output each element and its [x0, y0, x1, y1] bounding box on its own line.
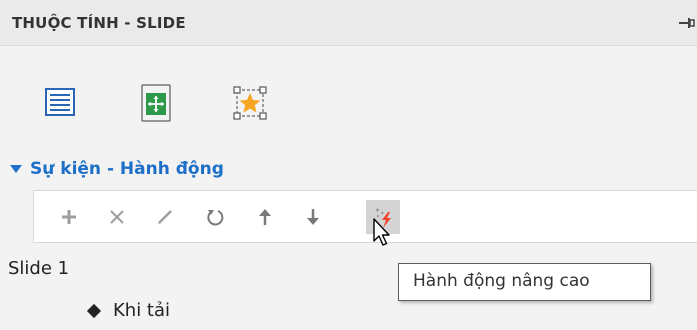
pencil-icon — [158, 210, 172, 224]
star-animation-icon — [233, 86, 267, 120]
tree-slide-item[interactable]: Slide 1 — [8, 258, 69, 279]
add-button[interactable] — [52, 200, 86, 234]
tab-slide-info[interactable] — [34, 75, 90, 133]
delete-button[interactable] — [100, 200, 134, 234]
caret-down-icon — [10, 165, 22, 173]
event-label: Khi tải — [113, 300, 171, 321]
arrow-up-icon — [259, 209, 271, 225]
property-tabs — [0, 75, 697, 135]
slide-transition-icon — [141, 84, 171, 122]
slide-properties-panel: THUỘC TÍNH - SLIDE Sự kiện - Hành động S… — [0, 0, 697, 330]
pin-icon[interactable] — [677, 14, 695, 32]
plus-icon — [62, 210, 76, 224]
mouse-cursor-icon — [373, 218, 390, 246]
tab-animation[interactable] — [222, 75, 278, 133]
list-icon — [45, 88, 75, 116]
x-icon — [110, 210, 124, 224]
panel-title: THUỘC TÍNH - SLIDE — [12, 14, 186, 32]
edit-button[interactable] — [148, 200, 182, 234]
undo-button[interactable] — [198, 200, 232, 234]
undo-icon — [207, 210, 224, 226]
tooltip: Hành động nâng cao — [398, 263, 651, 301]
tab-slide-transition[interactable] — [128, 75, 184, 133]
section-events-actions[interactable]: Sự kiện - Hành động — [8, 156, 224, 182]
events-toolbar — [33, 190, 697, 243]
arrow-down-icon — [307, 209, 319, 225]
tree-event-item[interactable]: Khi tải — [86, 300, 171, 321]
panel-titlebar: THUỘC TÍNH - SLIDE — [0, 0, 697, 46]
section-title: Sự kiện - Hành động — [30, 159, 224, 179]
move-up-button[interactable] — [248, 200, 282, 234]
move-down-button[interactable] — [296, 200, 330, 234]
diamond-bullet-icon — [86, 303, 102, 318]
